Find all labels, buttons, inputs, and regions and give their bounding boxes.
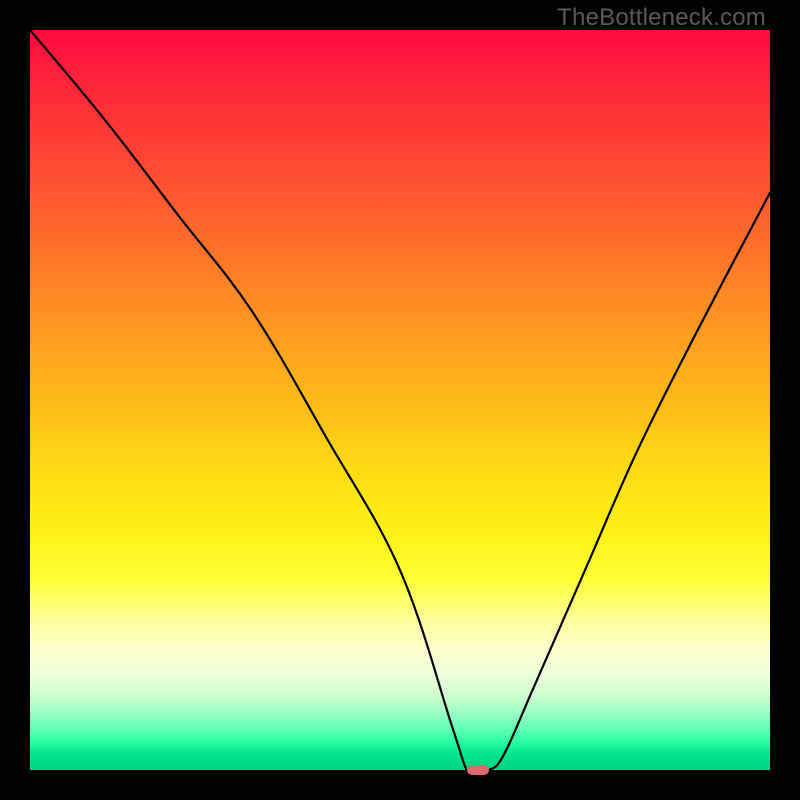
chart-frame: TheBottleneck.com [0,0,800,800]
plot-area [30,30,770,770]
watermark-text: TheBottleneck.com [557,4,766,32]
curve-path [30,30,770,774]
bottleneck-curve [30,30,770,770]
optimum-marker [467,765,489,775]
